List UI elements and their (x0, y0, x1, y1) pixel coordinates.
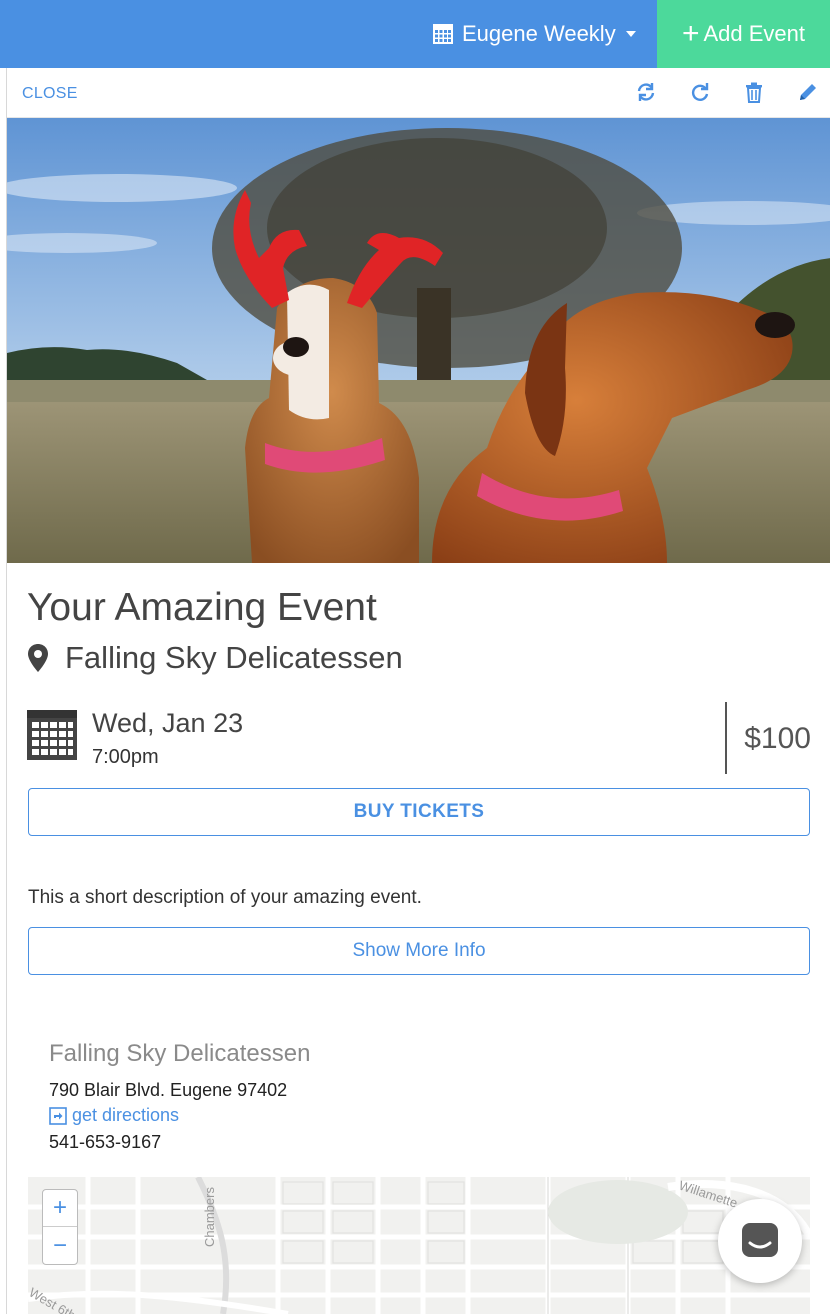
chat-launcher-button[interactable] (718, 1199, 802, 1283)
event-detail-panel: CLOSE Your Amazing Event Falling Sky Del… (6, 68, 830, 1314)
location-address: 790 Blair Blvd. Eugene 97402 (49, 1080, 288, 1100)
pencil-icon[interactable] (797, 81, 819, 103)
event-title: Your Amazing Event (27, 586, 377, 629)
refresh-icon[interactable] (689, 81, 711, 103)
calendar-switcher[interactable]: Eugene Weekly (432, 19, 636, 49)
buy-tickets-button[interactable]: BUY TICKETS (28, 788, 810, 836)
event-venue: Falling Sky Delicatessen (65, 640, 403, 675)
calendar-icon (27, 710, 77, 760)
calendar-name: Eugene Weekly (462, 21, 616, 46)
location-name: Falling Sky Delicatessen (49, 1040, 311, 1067)
event-venue-line[interactable]: Falling Sky Delicatessen (27, 640, 403, 676)
event-time: 7:00pm (92, 746, 159, 768)
price-divider (725, 702, 727, 774)
zoom-out-button[interactable]: − (43, 1227, 77, 1264)
panel-toolbar: CLOSE (7, 68, 830, 118)
directions-icon (49, 1106, 67, 1125)
event-photo (7, 118, 830, 563)
add-event-label: Add Event (703, 21, 806, 46)
plus-icon: + (681, 17, 700, 50)
top-bar: Eugene Weekly + Add Event (0, 0, 830, 68)
add-event-button[interactable]: + Add Event (657, 0, 830, 68)
zoom-in-button[interactable]: + (43, 1190, 77, 1227)
map-pin-icon (28, 644, 48, 672)
get-directions-label: get directions (72, 1105, 180, 1125)
map-street-label: Chambers (202, 1187, 217, 1247)
event-date: Wed, Jan 23 (92, 708, 244, 738)
map-tiles: Chambers Willamette West 6th (28, 1177, 810, 1314)
show-more-info-button[interactable]: Show More Info (28, 927, 810, 975)
chevron-down-icon (625, 31, 636, 37)
event-description: This a short description of your amazing… (28, 887, 422, 908)
chat-icon (742, 1223, 778, 1257)
location-phone: 541-653-9167 (49, 1132, 162, 1152)
calendar-grid-icon (433, 24, 453, 44)
sync-icon[interactable] (635, 81, 657, 103)
close-button[interactable]: CLOSE (22, 85, 78, 103)
map-zoom-control: + − (42, 1189, 78, 1265)
location-map[interactable]: Chambers Willamette West 6th + − (28, 1177, 810, 1314)
get-directions-link[interactable]: get directions (49, 1105, 179, 1126)
event-price: $100 (744, 722, 811, 755)
trash-icon[interactable] (743, 81, 765, 103)
event-date-block: Wed, Jan 23 7:00pm $100 (27, 702, 811, 774)
